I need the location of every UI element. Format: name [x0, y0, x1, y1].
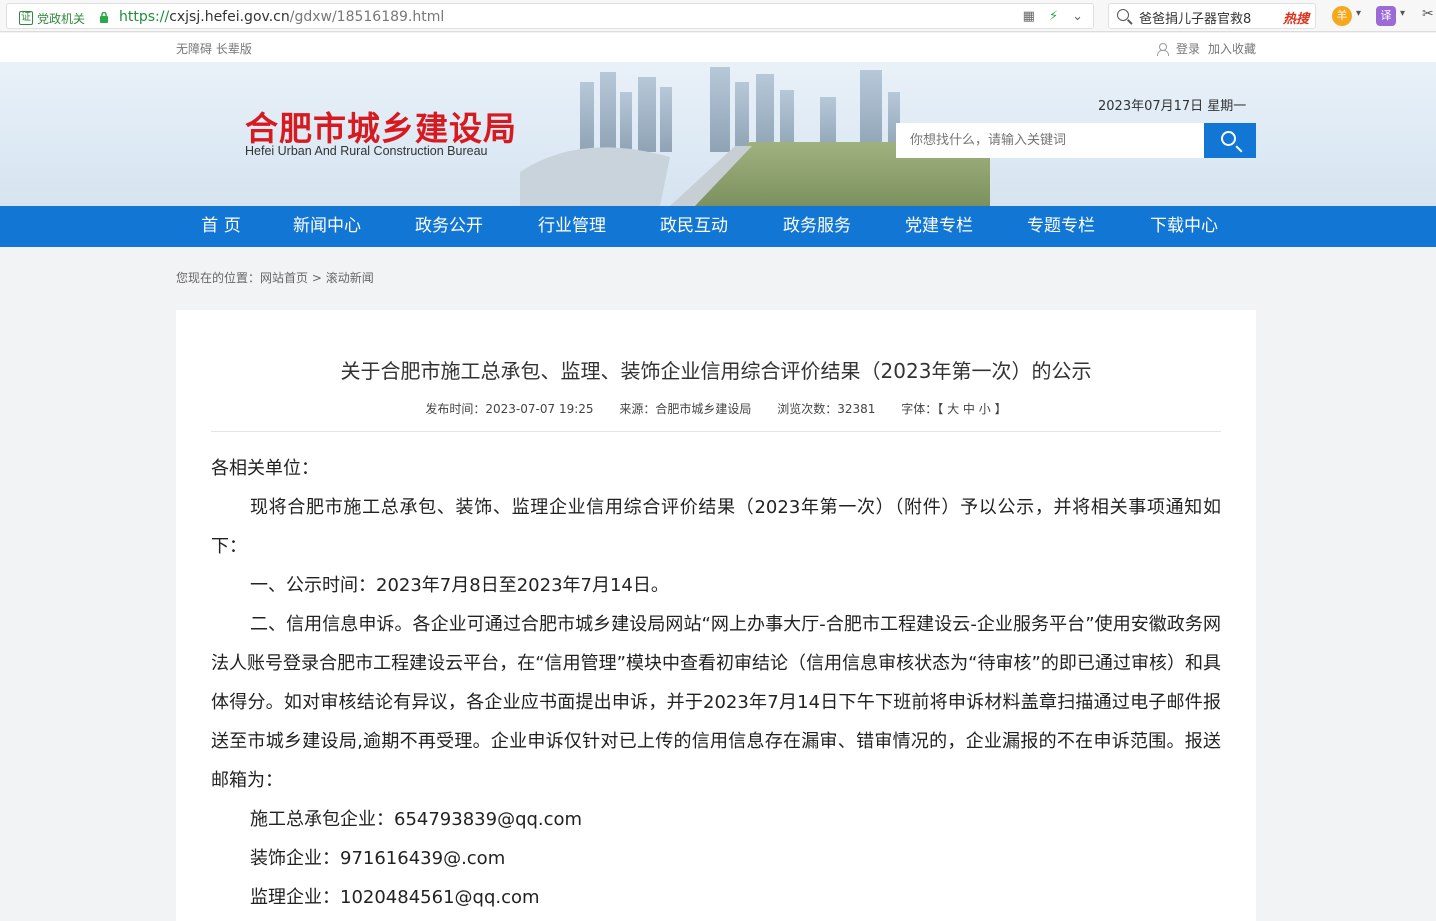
salutation: 各相关单位：: [211, 458, 319, 479]
article-title: 关于合肥市施工总承包、监理、装饰企业信用综合评价结果（2023年第一次）的公示: [340, 359, 1092, 383]
accessibility-link[interactable]: 无障碍 长辈版: [176, 40, 252, 57]
login-link[interactable]: 登录: [1176, 40, 1200, 57]
gov-shield-icon: 证: [19, 11, 33, 25]
browser-toolbar: 证 党政机关 https://cxjsj.hefei.gov.cn/gdxw/1…: [0, 0, 1436, 32]
browser-search-box[interactable]: 爸爸捐儿子器官救8人 热搜: [1108, 3, 1316, 29]
translate-dropdown-icon[interactable]: ▾: [1400, 8, 1405, 19]
breadcrumb-current[interactable]: 滚动新闻: [326, 271, 374, 285]
chevron-down-icon[interactable]: ⌄: [1072, 9, 1083, 24]
current-date: 2023年07月17日 星期一: [1098, 99, 1247, 114]
site-logo-subtitle: Hefei Urban And Rural Construction Burea…: [245, 144, 488, 158]
breadcrumb-arrow: >: [311, 271, 322, 285]
nav-item-industry[interactable]: 行业管理: [527, 206, 617, 247]
email-supervision[interactable]: 监理企业：1020484561@qq.com: [211, 878, 1221, 917]
hot-search-label[interactable]: 热搜: [1283, 8, 1309, 27]
font-size-medium[interactable]: 中: [963, 402, 975, 416]
article-panel: 关于合肥市施工总承包、监理、装饰企业信用综合评价结果（2023年第一次）的公示 …: [176, 310, 1256, 921]
email-decoration[interactable]: 装饰企业：971616439@.com: [211, 839, 1221, 878]
font-size-small[interactable]: 小: [979, 402, 991, 416]
paragraph-period: 一、公示时间：2023年7月8日至2023年7月14日。: [250, 575, 669, 596]
browser-search-query: 爸爸捐儿子器官救8人: [1139, 12, 1251, 27]
utility-bar: 无障碍 长辈版 登录 加入收藏: [0, 33, 1436, 62]
view-count: 浏览次数：32381: [777, 402, 876, 416]
nav-item-home[interactable]: 首 页: [176, 206, 266, 247]
title-divider: [211, 431, 1221, 432]
nav-item-party[interactable]: 党建专栏: [894, 206, 984, 247]
nav-item-services[interactable]: 政务服务: [772, 206, 862, 247]
email-general-contractor[interactable]: 施工总承包企业：654793839@qq.com: [211, 800, 1221, 839]
lightning-icon[interactable]: ⚡: [1049, 9, 1058, 24]
nav-item-downloads[interactable]: 下载中心: [1139, 206, 1229, 247]
article-source: 来源：合肥市城乡建设局: [619, 402, 752, 416]
extension-sheep-icon[interactable]: 羊: [1332, 6, 1352, 26]
breadcrumb-home[interactable]: 网站首页: [260, 271, 308, 285]
paragraph-intro: 现将合肥市施工总承包、装饰、监理企业信用综合评价结果（2023年第一次）（附件）…: [211, 497, 1221, 557]
url-host: cxjsj.hefei.gov.cn: [169, 9, 290, 25]
breadcrumb: 您现在的位置：网站首页 > 滚动新闻: [176, 269, 374, 286]
header-banner: 合肥市城乡建设局 Hefei Urban And Rural Construct…: [0, 62, 1436, 206]
paragraph-appeal: 二、信用信息申诉。各企业可通过合肥市城乡建设局网站“网上办事大厅-合肥市工程建设…: [211, 614, 1221, 791]
search-icon: [1221, 131, 1236, 146]
user-icon: [1156, 42, 1169, 56]
site-search-input[interactable]: [896, 123, 1204, 158]
nav-item-topics[interactable]: 专题专栏: [1016, 206, 1106, 247]
publish-time: 发布时间：2023-07-07 19:25: [425, 402, 594, 416]
translate-icon[interactable]: 译: [1376, 6, 1396, 26]
address-bar[interactable]: 证 党政机关 https://cxjsj.hefei.gov.cn/gdxw/1…: [6, 3, 1094, 29]
site-logo-title[interactable]: 合肥市城乡建设局: [245, 102, 517, 150]
url-path: /gdxw/18516189.html: [289, 9, 445, 25]
font-size-large[interactable]: 大: [947, 402, 959, 416]
lock-icon: [100, 11, 108, 23]
nav-item-news[interactable]: 新闻中心: [282, 206, 372, 247]
add-favorite-link[interactable]: 加入收藏: [1208, 40, 1256, 57]
scissors-icon[interactable]: ✂: [1422, 6, 1434, 22]
nav-item-gov-affairs[interactable]: 政务公开: [404, 206, 494, 247]
breadcrumb-prefix: 您现在的位置：: [176, 271, 261, 285]
url-scheme: https://: [119, 9, 170, 25]
url-text[interactable]: https://cxjsj.hefei.gov.cn/gdxw/18516189…: [119, 9, 444, 25]
article-meta: 发布时间：2023-07-07 19:25 来源：合肥市城乡建设局 浏览次数：3…: [176, 400, 1256, 417]
font-size-end: 】: [994, 402, 1007, 416]
grid-icon[interactable]: ▦: [1023, 9, 1035, 24]
gov-badge: 证 党政机关: [19, 9, 85, 27]
extension-dropdown-icon[interactable]: ▾: [1356, 8, 1361, 19]
article-body: 各相关单位： 现将合肥市施工总承包、装饰、监理企业信用综合评价结果（2023年第…: [211, 449, 1221, 917]
search-icon: [1117, 9, 1129, 21]
gov-label: 党政机关: [37, 11, 86, 26]
site-search-button[interactable]: [1204, 123, 1256, 158]
nav-item-interaction[interactable]: 政民互动: [649, 206, 739, 247]
font-size-label: 字体：【: [901, 402, 944, 416]
main-nav: 首 页 新闻中心 政务公开 行业管理 政民互动 政务服务 党建专栏 专题专栏 下…: [0, 206, 1436, 247]
